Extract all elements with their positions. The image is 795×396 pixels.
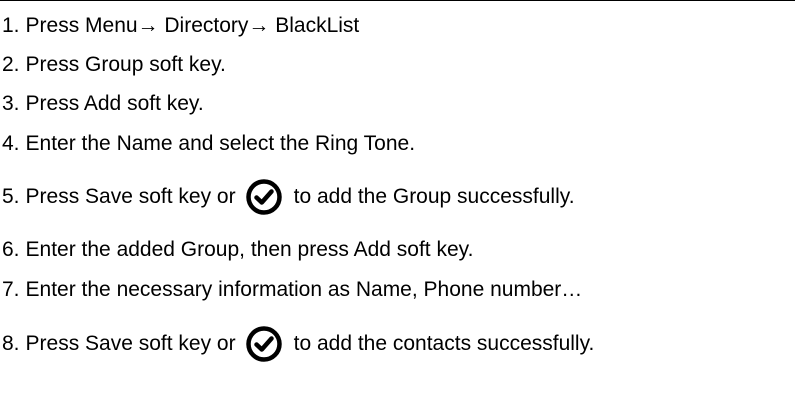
step-number: 3.: [2, 92, 20, 115]
step-3: 3. Press Add soft key.: [2, 84, 204, 124]
step-number: 1.: [2, 14, 20, 37]
step-number: 8.: [2, 332, 20, 355]
step-text: Press Menu→ Directory→ BlackList: [25, 14, 360, 37]
step-text-after: to add the contacts successfully.: [293, 332, 595, 355]
ok-check-icon: [245, 179, 282, 215]
step-4: 4. Enter the Name and select the Ring To…: [2, 124, 415, 164]
step-text: Enter the Name and select the Ring Tone.: [25, 132, 416, 155]
step-text: Enter the added Group, then press Add so…: [25, 238, 474, 261]
step-number: 4.: [2, 132, 20, 155]
ok-check-icon: [245, 326, 282, 362]
instruction-steps: 1. Press Menu→ Directory→ BlackList 2. P…: [0, 0, 795, 396]
step-text-before: Press Save soft key or: [25, 185, 236, 208]
step-text: Press Add soft key.: [25, 92, 204, 115]
step-7: 7. Enter the necessary information as Na…: [2, 270, 582, 310]
step-5: 5. Press Save soft key or to add the Gro…: [2, 177, 575, 217]
step-6: 6. Enter the added Group, then press Add…: [2, 230, 473, 270]
step-text-before: Press Save soft key or: [25, 332, 236, 355]
step-text-after: to add the Group successfully.: [293, 185, 575, 208]
step-number: 7.: [2, 278, 20, 301]
step-1: 1. Press Menu→ Directory→ BlackList: [2, 6, 359, 46]
step-text: Press Group soft key.: [25, 53, 226, 76]
step-2: 2. Press Group soft key.: [2, 45, 226, 85]
step-number: 2.: [2, 53, 20, 76]
step-number: 5.: [2, 185, 20, 208]
step-number: 6.: [2, 238, 20, 261]
step-text: Enter the necessary information as Name,…: [25, 278, 583, 301]
step-8: 8. Press Save soft key or to add the con…: [2, 324, 594, 364]
